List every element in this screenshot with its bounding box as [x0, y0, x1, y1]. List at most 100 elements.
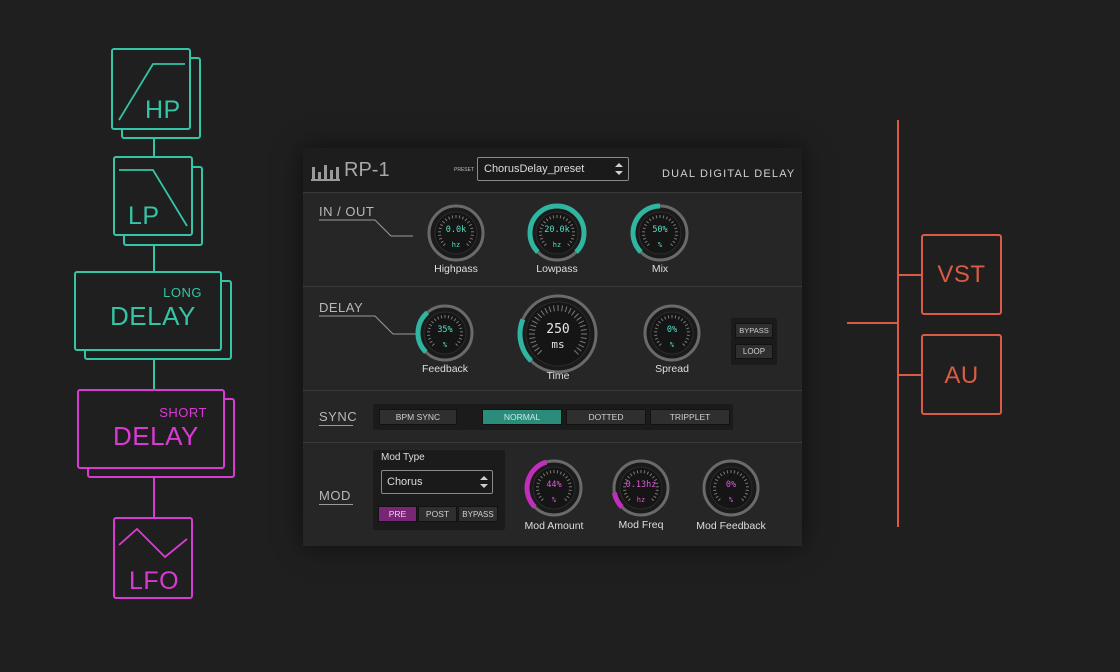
plugin-title: RP-1: [344, 159, 390, 181]
knob-tick: [556, 470, 559, 474]
knob-tick: [636, 470, 639, 474]
vst-label: VST: [937, 261, 986, 288]
mix-value: 50%: [652, 225, 668, 235]
au-connector: [898, 374, 922, 376]
delay-loop-button[interactable]: LOOP: [735, 344, 773, 359]
knob-tick: [643, 470, 646, 474]
feedback-knob[interactable]: 35%%: [414, 302, 476, 364]
time-label: Time: [546, 370, 570, 382]
mod-type-select[interactable]: Chorus: [381, 470, 493, 494]
mod-freq-value: 0.13hz: [625, 480, 657, 490]
mod-pre-button[interactable]: PRE: [378, 506, 417, 522]
preset-value: ChorusDelay_preset: [484, 163, 585, 175]
highpass-value: 0.0k: [445, 225, 467, 235]
mod-amount-value: 44%: [546, 480, 562, 490]
feedback-unit: %: [442, 341, 448, 349]
mix-label: Mix: [651, 263, 669, 275]
knob-tick: [559, 215, 562, 219]
spread-unit: %: [669, 341, 675, 349]
vst-box[interactable]: VST: [921, 234, 1002, 315]
spread-value: 0%: [666, 325, 678, 335]
delay-label: DELAY: [113, 421, 199, 451]
long-label: LONG: [163, 285, 202, 300]
delay-section-label: DELAY: [319, 300, 364, 315]
connector-line: [153, 478, 155, 518]
short-delay-box[interactable]: SHORT DELAY: [77, 389, 225, 469]
divider: [303, 286, 802, 287]
sync-tripplet-button[interactable]: TRIPPLET: [650, 409, 730, 425]
mod-amount-label: Mod Amount: [524, 520, 584, 532]
section-underline: [319, 425, 353, 426]
spread-label: Spread: [655, 363, 689, 375]
mod-freq-label: Mod Freq: [618, 519, 664, 531]
lowpass-value: 20.0k: [544, 225, 570, 235]
sync-section-label: SYNC: [319, 409, 358, 424]
time-value: 250: [546, 322, 570, 337]
divider: [303, 192, 802, 193]
preset-small-label: PRESET: [454, 167, 475, 173]
sync-normal-button[interactable]: NORMAL: [482, 409, 562, 425]
knob-tick: [549, 470, 552, 474]
short-label: SHORT: [159, 405, 207, 420]
knob-tick: [447, 315, 450, 319]
mod-feedback-knob[interactable]: 0%%: [700, 457, 762, 519]
time-knob[interactable]: 250 ms: [516, 292, 600, 376]
mod-type-group: Mod Type Chorus PRE POST BYPASS: [373, 450, 505, 530]
divider: [303, 390, 802, 391]
knob-tick: [458, 215, 461, 219]
mod-bypass-button[interactable]: BYPASS: [458, 506, 498, 522]
lfo-box[interactable]: LFO: [113, 517, 193, 599]
mod-freq-unit: hz: [636, 496, 646, 504]
mix-unit: %: [657, 241, 663, 249]
lp-label: LP: [128, 202, 160, 230]
hp-filter-box[interactable]: HP: [111, 48, 191, 130]
plugin-subtitle: DUAL DIGITAL DELAY: [662, 168, 796, 180]
knob-tick: [726, 470, 729, 474]
spread-knob[interactable]: 0%%: [641, 302, 703, 364]
mod-amount-knob[interactable]: 44%%: [523, 457, 585, 519]
mod-feedback-unit: %: [728, 496, 734, 504]
preset-select[interactable]: ChorusDelay_preset: [477, 157, 629, 181]
chevron-updown-icon: [615, 163, 623, 175]
long-delay-box[interactable]: LONG DELAY: [74, 271, 222, 351]
mod-type-value: Chorus: [387, 476, 423, 488]
in-out-section-label: IN / OUT: [319, 204, 375, 219]
knob-tick: [655, 215, 658, 219]
mod-feedback-value: 0%: [725, 480, 737, 490]
feedback-value: 35%: [437, 325, 453, 335]
mod-freq-knob[interactable]: 0.13hz hz: [610, 457, 672, 519]
mod-post-button[interactable]: POST: [418, 506, 457, 522]
delay-bypass-button[interactable]: BYPASS: [735, 323, 773, 338]
knob-tick: [662, 215, 665, 219]
mod-amount-unit: %: [551, 496, 557, 504]
vst-connector: [898, 274, 922, 276]
section-leader-line: [319, 219, 413, 237]
lp-filter-box[interactable]: LP: [113, 156, 193, 236]
knob-tick: [667, 315, 670, 319]
time-unit: ms: [551, 338, 565, 351]
lowpass-knob[interactable]: 20.0k hz: [526, 202, 588, 264]
au-label: AU: [944, 362, 979, 389]
lowpass-label: Lowpass: [536, 263, 578, 275]
bpm-sync-button[interactable]: BPM SYNC: [379, 409, 457, 425]
plugin-window: RP-1 PRESET ChorusDelay_preset DUAL DIGI…: [303, 148, 802, 546]
lfo-label: LFO: [129, 567, 180, 595]
mix-knob[interactable]: 50%%: [629, 202, 691, 264]
connector-line: [153, 360, 155, 390]
connector-line: [153, 138, 155, 158]
feedback-label: Feedback: [421, 363, 469, 375]
knob-tick: [733, 470, 736, 474]
sync-dotted-button[interactable]: DOTTED: [566, 409, 646, 425]
sync-bar: BPM SYNC NORMAL DOTTED TRIPPLET: [373, 404, 733, 430]
knob-tick: [440, 315, 443, 319]
divider: [303, 442, 802, 443]
highpass-knob[interactable]: 0.0k hz: [425, 202, 487, 264]
section-leader-line: [319, 315, 419, 335]
chevron-updown-icon: [480, 476, 488, 488]
connector-line: [153, 244, 155, 272]
section-underline: [319, 504, 353, 505]
knob-tick: [552, 215, 555, 219]
mod-feedback-label: Mod Feedback: [696, 520, 766, 532]
knob-tick: [674, 315, 677, 319]
au-box[interactable]: AU: [921, 334, 1002, 415]
